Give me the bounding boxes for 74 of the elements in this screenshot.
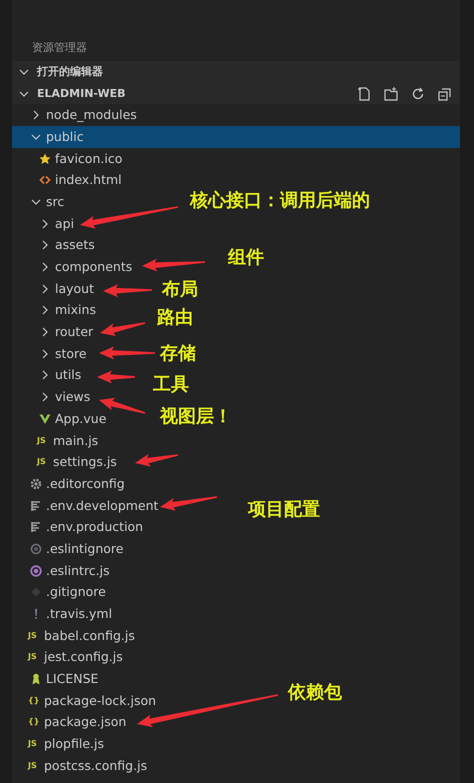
- file-name[interactable]: postcss.config.js: [44, 756, 148, 775]
- ring-icon: [30, 542, 42, 555]
- js-label: JS: [28, 651, 38, 664]
- file-name[interactable]: main.js: [53, 432, 98, 450]
- annotation-label: 存储: [160, 343, 196, 365]
- pointer-arrow: [99, 398, 146, 414]
- folder-name[interactable]: api: [55, 214, 74, 233]
- file-name[interactable]: .env.production: [46, 518, 144, 536]
- file-name[interactable]: .travis.yml: [46, 605, 112, 624]
- pointer-arrow: [135, 454, 178, 467]
- pointer-arrow: [97, 370, 135, 384]
- pointer-arrow: [160, 496, 218, 511]
- js-label: JS: [37, 456, 47, 468]
- folder-name[interactable]: store: [55, 344, 87, 363]
- code-brackets-icon: [39, 174, 51, 186]
- annotation-label: 项目配置: [248, 499, 320, 521]
- lines-icon: [30, 521, 42, 534]
- file-name[interactable]: plopfile.js: [44, 735, 104, 754]
- ribbon-icon: [30, 673, 42, 686]
- diamond-icon: [30, 586, 42, 598]
- collapse-all-icon[interactable]: [437, 86, 453, 102]
- annotation-label: 组件: [228, 247, 264, 269]
- annotation-label: 核心接口：调用后端的: [190, 190, 370, 212]
- file-name[interactable]: settings.js: [53, 453, 117, 472]
- lines-icon: [30, 500, 42, 512]
- file-name[interactable]: jest.config.js: [44, 648, 123, 666]
- annotation-label: 视图层！: [160, 406, 232, 428]
- pointer-arrow: [100, 322, 146, 336]
- folder-name[interactable]: node_modules: [46, 106, 137, 124]
- folder-name[interactable]: utils: [55, 366, 82, 384]
- pointer-arrow: [99, 346, 155, 360]
- folder-name[interactable]: router: [55, 323, 94, 342]
- folder-name[interactable]: mixins: [55, 301, 96, 320]
- annotation-label: 工具: [153, 374, 189, 396]
- js-label: JS: [28, 738, 38, 750]
- annotation-label: 布局: [162, 279, 198, 301]
- pointer-arrow: [142, 258, 206, 272]
- file-name[interactable]: favicon.ico: [55, 150, 122, 168]
- pointer-arrow: [103, 284, 152, 298]
- file-name[interactable]: App.vue: [55, 410, 106, 428]
- section-header[interactable]: ELADMIN-WEB: [12, 82, 460, 104]
- file-name[interactable]: index.html: [55, 171, 122, 190]
- ring-icon: [30, 564, 42, 577]
- selected-row[interactable]: public: [12, 126, 460, 148]
- refresh-icon[interactable]: [410, 86, 426, 102]
- js-label: JS: [28, 630, 38, 642]
- folder-name[interactable]: views: [55, 388, 90, 406]
- star-icon: [39, 152, 51, 165]
- braces-label: {}: [28, 716, 40, 728]
- file-name[interactable]: package.json: [44, 713, 126, 732]
- panel-title: 资源管理器: [32, 40, 87, 56]
- file-name[interactable]: .env.development: [46, 496, 158, 515]
- file-name[interactable]: .eslintignore: [46, 540, 124, 558]
- file-name[interactable]: LICENSE: [46, 670, 98, 688]
- v-shape-icon: [39, 412, 51, 425]
- file-name[interactable]: babel.config.js: [44, 626, 135, 645]
- file-name[interactable]: .gitignore: [46, 583, 106, 602]
- folder-name[interactable]: public: [46, 128, 84, 146]
- js-label: JS: [28, 760, 38, 772]
- file-name[interactable]: package-lock.json: [44, 692, 156, 710]
- file-name[interactable]: .eslintrc.js: [46, 562, 110, 580]
- js-label: JS: [37, 434, 47, 447]
- braces-label: {}: [28, 694, 40, 707]
- folder-name[interactable]: components: [55, 258, 132, 276]
- new-folder-icon[interactable]: [383, 86, 399, 102]
- annotation-label: 路由: [157, 307, 193, 329]
- folder-name[interactable]: assets: [55, 236, 95, 254]
- section-header[interactable]: 打开的编辑器: [12, 61, 460, 83]
- folder-name[interactable]: src: [46, 192, 64, 211]
- annotation-label: 依赖包: [288, 682, 342, 704]
- file-name[interactable]: .editorconfig: [46, 474, 125, 493]
- new-file-icon[interactable]: [356, 86, 372, 102]
- gear-icon: [30, 478, 42, 490]
- folder-name[interactable]: layout: [55, 280, 94, 298]
